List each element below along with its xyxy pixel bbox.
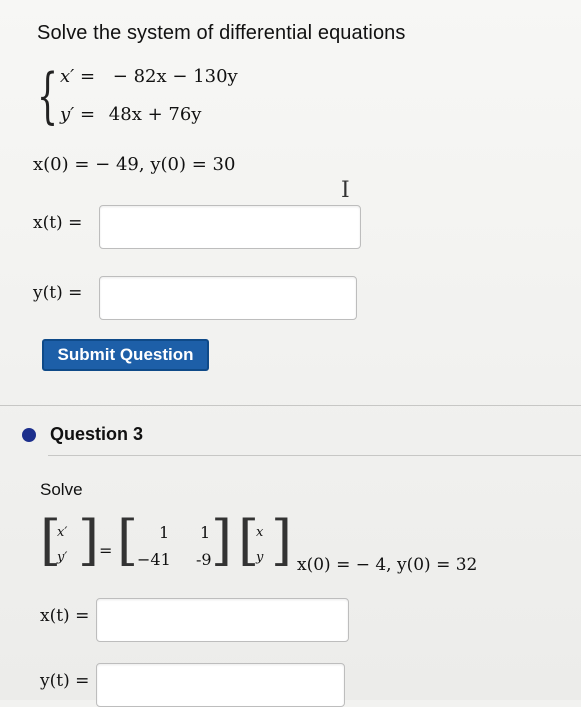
question-3-title: Question 3 <box>50 424 144 444</box>
equation-2: y′ = 48x + 76y <box>60 104 201 125</box>
x-answer-input[interactable] <box>99 205 361 249</box>
text-cursor-icon: I <box>341 178 350 203</box>
equation-2-rhs: 48x + 76y <box>108 104 202 125</box>
lhs-vector-top: x′ <box>57 525 68 540</box>
q3-x-answer-label: x(t) = <box>40 606 90 626</box>
section-divider <box>0 405 581 406</box>
matrix-a21: −41 <box>137 550 171 569</box>
system-brace: { <box>37 61 59 131</box>
matrix-a12: 1 <box>200 523 211 542</box>
matrix-left-bracket-icon: [ <box>117 509 139 572</box>
matrix-a22: -9 <box>196 550 212 569</box>
initial-conditions-3: x(0) = − 4, y(0) = 32 <box>297 555 478 575</box>
q3-x-answer-input[interactable] <box>96 598 349 642</box>
x-answer-label: x(t) = <box>33 213 83 233</box>
lhs-vector-bottom: y′ <box>57 550 68 565</box>
equation-2-lhs: y′ = <box>60 104 96 125</box>
question-divider <box>48 455 581 456</box>
y-answer-input[interactable] <box>99 276 357 320</box>
vector-equals-sign: = <box>99 541 113 560</box>
rhs-right-bracket-icon: ] <box>271 509 293 572</box>
q3-y-answer-input[interactable] <box>96 663 345 707</box>
submit-question-button[interactable]: Submit Question <box>42 339 209 371</box>
equation-1-lhs: x′ = <box>60 66 96 87</box>
question-prompt: Solve the system of differential equatio… <box>37 22 406 44</box>
equation-1-rhs: − 82x − 130y <box>112 66 238 87</box>
question-status-dot-icon <box>22 428 36 442</box>
q3-y-answer-label: y(t) = <box>40 671 90 691</box>
question-page: { "question1": { "prompt": "Solve the sy… <box>0 0 581 707</box>
right-bracket-icon: ] <box>78 509 100 572</box>
matrix-right-bracket-icon: ] <box>211 509 233 572</box>
matrix-a11: 1 <box>159 523 170 542</box>
initial-conditions-1: x(0) = − 49, y(0) = 30 <box>33 154 236 175</box>
question-3-instruction: Solve <box>40 480 83 499</box>
y-answer-label: y(t) = <box>33 283 83 303</box>
equation-1: x′ = − 82x − 130y <box>60 66 238 87</box>
rhs-vector-top: x <box>256 525 264 540</box>
rhs-vector-bottom: y <box>256 550 264 565</box>
